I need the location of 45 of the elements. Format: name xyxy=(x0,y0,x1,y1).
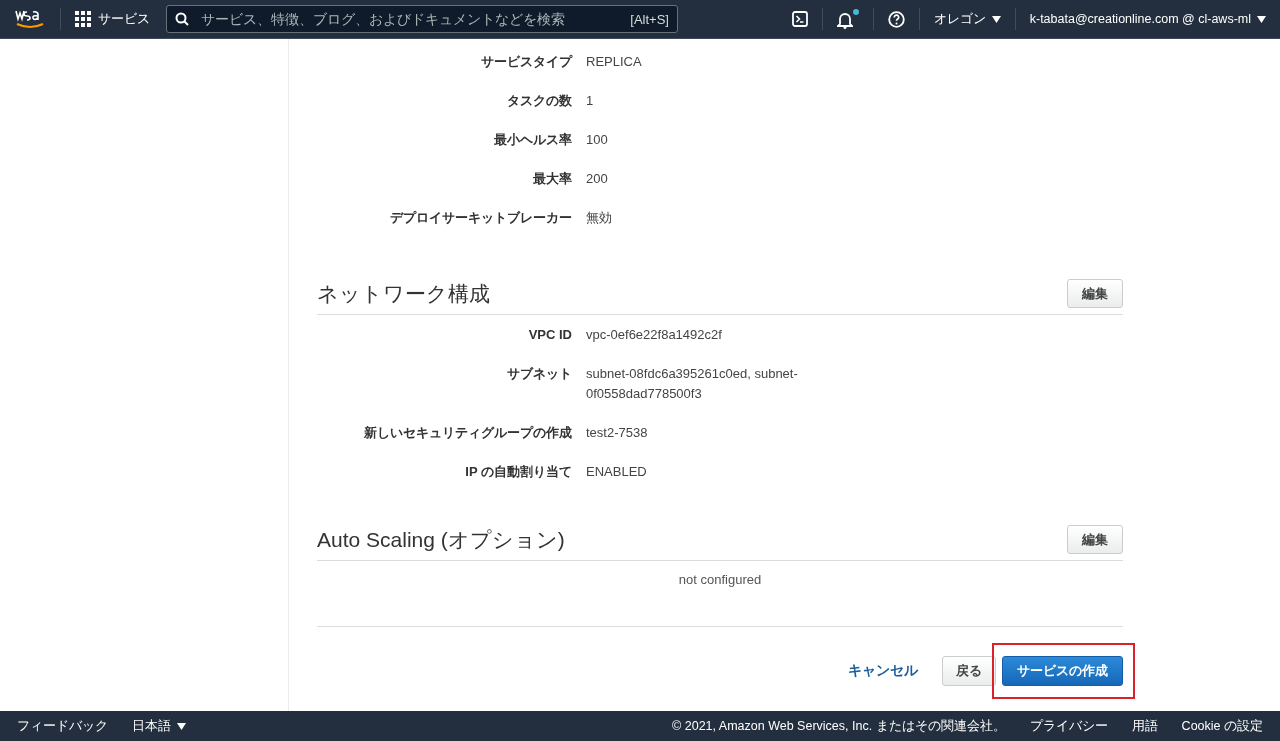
field-value: ENABLED xyxy=(586,462,648,481)
field-value: 100 xyxy=(586,130,609,149)
field-value: subnet-08fdc6a395261c0ed, subnet-0f0558dad778500f3 xyxy=(586,364,799,403)
field-value: vpc-0ef6e22f8a1492c2f xyxy=(586,325,723,344)
status-message: not configured xyxy=(317,561,1123,627)
field-label: IP の自動割り当て xyxy=(464,462,572,481)
section-title: ネットワーク構成 xyxy=(317,280,490,307)
footer-link[interactable]: Cookie の設定 xyxy=(1181,717,1263,735)
footer-link[interactable]: プライバシー xyxy=(1029,717,1108,735)
feedback-link[interactable]: フィードバック xyxy=(17,717,108,735)
search-icon xyxy=(175,12,189,26)
back-button[interactable]: 戻る xyxy=(942,656,996,686)
caret-icon xyxy=(177,722,186,730)
search-field[interactable]: サービス、特徴、ブログ、およびドキュメントなどを検索 [Alt+S] xyxy=(166,5,678,33)
create-service-button[interactable]: サービスの作成 xyxy=(1002,656,1123,686)
region-menu[interactable]: オレゴン xyxy=(933,10,1001,28)
services-menu[interactable]: サービス xyxy=(98,10,150,28)
help-icon[interactable] xyxy=(887,10,905,28)
terminal-icon[interactable] xyxy=(791,11,808,27)
field-label: タスクの数 xyxy=(506,91,572,110)
shortcut-hint: [Alt+S] xyxy=(630,11,669,27)
footer-link[interactable]: 用語 xyxy=(1131,717,1158,735)
edit-button[interactable]: 編集 xyxy=(1067,279,1123,308)
account-menu[interactable]: k-tabata@creationline.com @ cl-aws-ml xyxy=(1029,12,1266,26)
field-label: 新しいセキュリティグループの作成 xyxy=(363,423,572,442)
field-label: サブネット xyxy=(506,364,572,383)
section-title: Auto Scaling (オプション) xyxy=(317,526,565,553)
field-value: test2-7538 xyxy=(586,423,649,442)
field-label: 最小ヘルス率 xyxy=(493,130,572,149)
cancel-link[interactable]: キャンセル xyxy=(848,662,918,680)
grid-menu-icon[interactable] xyxy=(75,11,91,27)
language-menu[interactable]: 日本語 xyxy=(132,717,186,735)
field-value: 無効 xyxy=(586,208,613,227)
field-label: サービスタイプ xyxy=(480,52,572,71)
bell-icon[interactable] xyxy=(836,9,859,29)
field-label: VPC ID xyxy=(527,325,572,344)
field-label: 最大率 xyxy=(532,169,572,188)
edit-button[interactable]: 編集 xyxy=(1067,525,1123,554)
caret-icon xyxy=(1257,15,1266,23)
caret-icon xyxy=(991,15,1001,23)
field-value: 200 xyxy=(586,169,609,188)
field-value: REPLICA xyxy=(586,52,643,71)
copyright-text: © 2021, Amazon Web Services, Inc. またはその関連会社。 xyxy=(672,717,1006,735)
field-label: デプロイサーキットブレーカー xyxy=(389,208,572,227)
field-value: 1 xyxy=(586,91,595,110)
